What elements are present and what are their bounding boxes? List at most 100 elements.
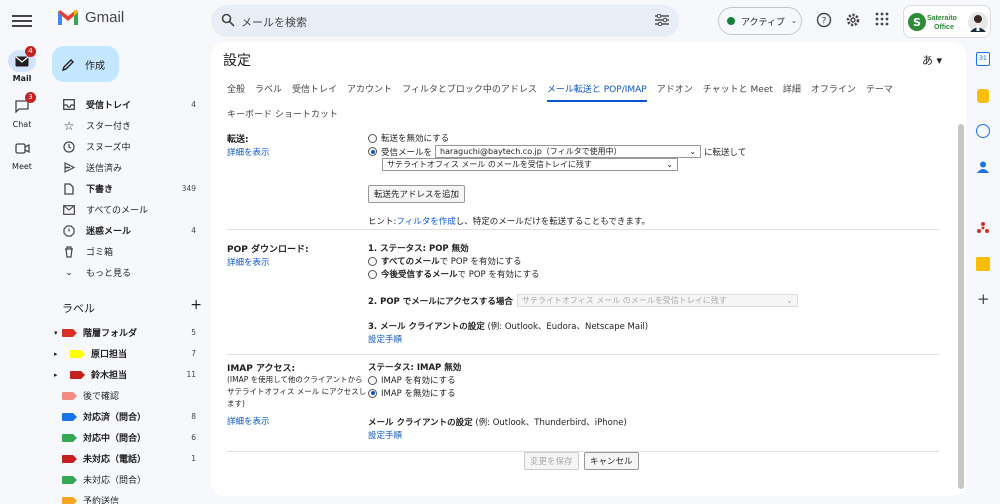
tab-0[interactable]: 全般	[227, 78, 245, 103]
tab-7[interactable]: チャットと Meet	[703, 78, 773, 103]
rail-meet-label: Meet	[12, 162, 32, 171]
help-icon[interactable]: ?	[816, 12, 832, 28]
keep-icon[interactable]	[977, 89, 989, 103]
forwarding-disable-option[interactable]: 転送を無効にする	[368, 132, 449, 144]
forward-action-select[interactable]: サテライトオフィス メール のメールを受信トレイに残す ⌄	[382, 158, 678, 171]
save-changes-button[interactable]: 変更を保存	[524, 452, 579, 470]
folder-snoozed[interactable]: スヌーズ中	[52, 136, 204, 157]
imap-disable-option[interactable]: IMAP を無効にする	[368, 387, 456, 399]
imap-enable-option[interactable]: IMAP を有効にする	[368, 374, 456, 386]
gmail-logo[interactable]: Gmail	[57, 9, 124, 26]
forward-action-select-row: サテライトオフィス メール のメールを受信トレイに残す ⌄	[382, 158, 678, 171]
tab-11[interactable]: キーボード ショートカット	[227, 103, 338, 128]
folder-more[interactable]: ⌄ もっと見る	[52, 262, 204, 283]
settings-panel: 設定 あ ▾ 全般 ラベル 受信トレイ アカウント フィルタとブロック中のアドレス メール…	[211, 42, 966, 496]
all-mail-icon	[63, 204, 75, 215]
input-tools-button[interactable]: あ ▾	[922, 52, 942, 68]
label-tag-icon	[70, 370, 85, 379]
tab-4[interactable]: フィルタとブロック中のアドレス	[402, 78, 537, 103]
tab-3[interactable]: アカウント	[347, 78, 392, 103]
contacts-icon[interactable]	[976, 160, 990, 174]
pencil-icon	[62, 58, 74, 71]
folder-starred[interactable]: ☆ スター付き	[52, 115, 204, 136]
folder-drafts[interactable]: 下書き 349	[52, 178, 204, 199]
rail-meet[interactable]: Meet	[0, 138, 44, 171]
folder-inbox[interactable]: 受信トレイ 4	[52, 94, 204, 115]
svg-text:S: S	[913, 16, 921, 29]
label-item[interactable]: ▸ 鈴木担当 11	[52, 364, 204, 385]
chevron-down-icon: ⌄	[689, 147, 697, 156]
expand-arrow-icon[interactable]: ▸	[54, 371, 62, 379]
label-tag-icon	[62, 391, 77, 400]
tab-8[interactable]: 詳細	[783, 78, 801, 103]
tab-1[interactable]: ラベル	[255, 78, 282, 103]
label-tag-icon	[62, 475, 77, 484]
forward-address-select[interactable]: haraguchi@baytech.co.jp（フィルタで使用中） ⌄	[435, 145, 702, 158]
calendar-icon[interactable]: 31	[976, 52, 990, 66]
search-bar[interactable]: メールを検索	[211, 5, 679, 37]
compose-button[interactable]: 作成	[52, 46, 119, 82]
gmail-m-icon	[58, 10, 78, 25]
pop-details-link[interactable]: 詳細を表示	[227, 256, 270, 268]
svg-text:Sateraito: Sateraito	[927, 15, 957, 22]
label-item[interactable]: 予約送信	[52, 490, 204, 504]
pop-new-option[interactable]: 今後受信するメールで POP を有効にする	[368, 268, 539, 280]
imap-status: ステータス: IMAP 無効	[368, 363, 462, 373]
tab-10[interactable]: テーマ	[866, 78, 893, 103]
apps-grid-icon[interactable]	[875, 12, 889, 26]
folder-trash[interactable]: ゴミ箱	[52, 241, 204, 262]
add-label-button[interactable]: +	[190, 297, 202, 316]
label-item[interactable]: 未対応（問合）	[52, 469, 204, 490]
forwarding-details-link[interactable]: 詳細を表示	[227, 146, 270, 158]
pop-label: POP ダウンロード:	[227, 245, 309, 255]
filter-options-icon[interactable]	[655, 14, 669, 26]
rail-mail[interactable]: 4 Mail	[0, 46, 44, 83]
label-item[interactable]: ▸ 原口担当 7	[52, 343, 204, 364]
send-icon	[63, 162, 75, 173]
label-item[interactable]: 未対応（電話） 1	[52, 448, 204, 469]
pop-instructions-link[interactable]: 設定手順	[368, 333, 402, 345]
tab-6[interactable]: アドオン	[657, 78, 693, 103]
pop-status: 1. ステータス: POP 無効	[368, 244, 469, 254]
tab-5[interactable]: メール転送と POP/IMAP	[546, 80, 647, 102]
gear-icon[interactable]	[845, 12, 861, 28]
expand-arrow-icon[interactable]: ▸	[54, 350, 62, 358]
chevron-down-icon: ⌄	[65, 267, 73, 278]
add-forward-address-button[interactable]: 転送先アドレスを追加	[368, 185, 466, 203]
account-brand-logo[interactable]: S Sateraito Office	[903, 5, 991, 38]
forward-hint: ヒント: フィルタを作成 し、特定のメールだけを転送することもできます。	[368, 215, 651, 227]
create-filter-link[interactable]: フィルタを作成	[396, 215, 455, 227]
imap-details-link[interactable]: 詳細を表示	[227, 415, 270, 427]
tasks-icon[interactable]	[976, 124, 990, 138]
search-icon[interactable]	[221, 13, 235, 27]
tab-9[interactable]: オフライン	[811, 78, 856, 103]
folder-spam[interactable]: 迷惑メール 4	[52, 220, 204, 241]
folder-all-mail[interactable]: すべてのメール	[52, 199, 204, 220]
cancel-button[interactable]: キャンセル	[584, 452, 639, 470]
pop-all-option[interactable]: すべてのメールで POP を有効にする	[368, 255, 522, 267]
addon-mail-icon[interactable]	[976, 257, 990, 271]
imap-instructions-link[interactable]: 設定手順	[368, 429, 402, 441]
scrollbar[interactable]	[958, 124, 964, 489]
label-item[interactable]: ▾ 階層フォルダ 5	[52, 322, 204, 343]
pop-access-select[interactable]: サテライトオフィス メール のメールを受信トレイに残す ⌄	[516, 294, 798, 307]
tab-2[interactable]: 受信トレイ	[292, 78, 337, 103]
search-input[interactable]: メールを検索	[241, 14, 307, 30]
app-name: Gmail	[85, 9, 125, 26]
folder-sent[interactable]: 送信済み	[52, 157, 204, 178]
main-menu-button[interactable]	[12, 12, 32, 30]
get-addons-icon[interactable]: +	[977, 290, 990, 308]
forwarding-section: 転送: 詳細を表示 転送を無効にする 受信メールを haraguchi@bayt…	[227, 127, 939, 230]
expand-arrow-icon[interactable]: ▾	[54, 329, 62, 337]
forwarding-enable-option[interactable]: 受信メールを haraguchi@baytech.co.jp（フィルタで使用中）…	[368, 145, 746, 158]
label-item[interactable]: 対応済（問合） 8	[52, 406, 204, 427]
label-item[interactable]: 後で確認	[52, 385, 204, 406]
rail-chat[interactable]: 3 Chat	[0, 92, 44, 129]
label-item[interactable]: 対応中（問合） 6	[52, 427, 204, 448]
label-tag-icon	[62, 454, 77, 463]
status-dropdown[interactable]: アクティブ ⌄	[718, 7, 802, 35]
svg-text:Office: Office	[934, 24, 954, 31]
video-camera-icon	[14, 143, 30, 154]
mail-badge: 4	[25, 46, 36, 57]
addon-people-icon[interactable]	[976, 221, 990, 235]
